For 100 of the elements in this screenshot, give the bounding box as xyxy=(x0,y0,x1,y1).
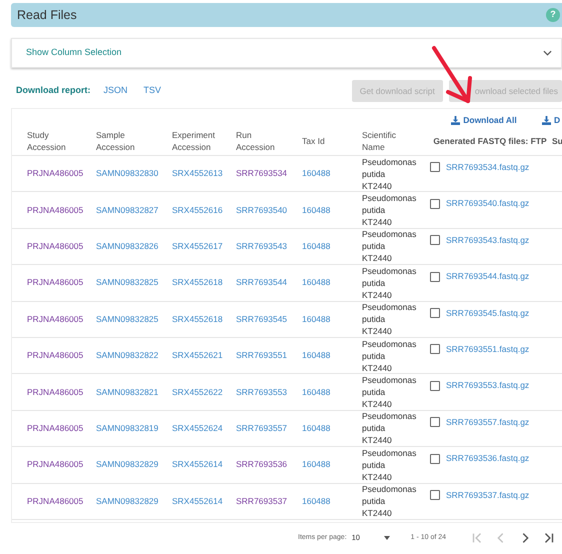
study-link[interactable]: PRJNA486005 xyxy=(27,350,84,360)
sample-link[interactable]: SAMN09832827 xyxy=(96,204,158,215)
fastq-file-link[interactable]: SRR7693553.fastq.gz xyxy=(446,379,530,392)
experiment-link[interactable]: SRX4552618 xyxy=(172,277,223,288)
tax-id-link[interactable]: 160488 xyxy=(302,459,330,470)
checkbox[interactable] xyxy=(430,235,440,246)
report-format-link[interactable]: JSON xyxy=(104,84,128,98)
fastq-file-link[interactable]: SRR7693540.fastq.gz xyxy=(446,197,530,210)
experiment-link[interactable]: SRX4552616 xyxy=(172,204,223,215)
study-link[interactable]: PRJNA486005 xyxy=(27,241,84,252)
scientific-name: Pseudomonas putida KT2440 xyxy=(362,264,414,301)
fastq-file-link[interactable]: SRR7693551.fastq.gz xyxy=(446,342,530,356)
help-icon[interactable]: ? xyxy=(546,8,560,22)
scientific-name: Pseudomonas putida KT2440 xyxy=(362,374,414,410)
study-link[interactable]: PRJNA486005 xyxy=(27,423,84,434)
fastq-file-link[interactable]: SRR7693537.fastq.gz xyxy=(446,488,530,502)
sample-link[interactable]: SAMN09832825 xyxy=(96,277,158,288)
sample-link[interactable]: SAMN09832830 xyxy=(96,168,158,178)
study-link[interactable]: PRJNA486005 xyxy=(27,204,84,215)
study-link[interactable]: PRJNA486005 xyxy=(27,459,84,470)
run-link[interactable]: SRR7693551 xyxy=(236,350,288,360)
download-icon xyxy=(542,116,551,126)
run-link[interactable]: SRR7693553 xyxy=(236,386,288,397)
study-link[interactable]: PRJNA486005 xyxy=(27,168,84,178)
scientific-name: Pseudomonas putida KT2440 xyxy=(362,483,414,520)
sample-link[interactable]: SAMN09832829 xyxy=(96,459,158,470)
run-link[interactable]: SRR7693557 xyxy=(236,423,288,434)
run-link[interactable]: SRR7693536 xyxy=(236,459,288,470)
experiment-link[interactable]: SRX4552613 xyxy=(172,168,223,178)
fastq-file-link[interactable]: SRR7693544.fastq.gz xyxy=(446,270,530,283)
tax-id-link[interactable]: 160488 xyxy=(302,241,330,252)
experiment-link[interactable]: SRX4552618 xyxy=(172,314,223,324)
checkbox[interactable] xyxy=(430,162,440,172)
fastq-file-link[interactable]: SRR7693534.fastq.gz xyxy=(446,161,530,174)
fastq-file-link[interactable]: SRR7693557.fastq.gz xyxy=(446,416,530,428)
column-header[interactable]: Su xyxy=(552,134,562,147)
download-icon xyxy=(451,116,460,126)
fastq-file-link[interactable]: SRR7693543.fastq.gz xyxy=(446,234,530,247)
checkbox[interactable] xyxy=(430,344,440,354)
experiment-link[interactable]: SRX4552624 xyxy=(172,423,223,434)
sample-link[interactable]: SAMN09832826 xyxy=(96,241,158,252)
experiment-link[interactable]: SRX4552614 xyxy=(172,459,223,470)
scientific-name: Pseudomonas putida KT2440 xyxy=(362,228,414,264)
run-link[interactable]: SRR7693543 xyxy=(236,241,288,252)
experiment-link[interactable]: SRX4552621 xyxy=(172,350,223,360)
tax-id-link[interactable]: 160488 xyxy=(302,496,330,506)
scientific-name: Pseudomonas putida KT2440 xyxy=(362,410,414,446)
column-header[interactable]: Sample Accession xyxy=(96,128,146,153)
column-header[interactable]: Study Accession xyxy=(27,128,77,153)
column-header[interactable]: Tax Id xyxy=(302,134,352,147)
run-link[interactable]: SRR7693540 xyxy=(236,204,288,215)
fastq-file-link[interactable]: SRR7693545.fastq.gz xyxy=(446,306,530,320)
sample-link[interactable]: SAMN09832819 xyxy=(96,423,158,434)
tax-id-link[interactable]: 160488 xyxy=(302,204,330,215)
sample-link[interactable]: SAMN09832825 xyxy=(96,314,158,324)
checkbox[interactable] xyxy=(430,417,440,428)
checkbox[interactable] xyxy=(430,198,440,209)
sample-link[interactable]: SAMN09832822 xyxy=(96,350,158,360)
chevron-icon xyxy=(543,50,552,56)
tax-id-link[interactable]: 160488 xyxy=(302,386,330,397)
run-link[interactable]: SRR7693537 xyxy=(236,496,288,506)
study-link[interactable]: PRJNA486005 xyxy=(27,314,84,324)
scientific-name: Pseudomonas putida KT2440 xyxy=(362,301,414,338)
experiment-link[interactable]: SRX4552614 xyxy=(172,496,223,506)
experiment-link[interactable]: SRX4552617 xyxy=(172,241,223,252)
study-link[interactable]: PRJNA486005 xyxy=(27,496,84,506)
column-selection-label: Show Column Selection xyxy=(26,46,122,60)
download-report-label: Download report: xyxy=(16,84,90,98)
checkbox[interactable] xyxy=(430,272,440,282)
checkbox[interactable] xyxy=(430,380,440,391)
tax-id-link[interactable]: 160488 xyxy=(302,314,330,324)
checkbox[interactable] xyxy=(430,308,440,318)
report-format-link[interactable]: TSV xyxy=(144,84,162,98)
experiment-link[interactable]: SRX4552622 xyxy=(172,386,223,397)
sample-link[interactable]: SAMN09832821 xyxy=(96,386,158,397)
fastq-file-link[interactable]: SRR7693536.fastq.gz xyxy=(446,452,530,465)
scientific-name: Pseudomonas putida KT2440 xyxy=(362,446,414,483)
column-header[interactable]: Scientific Name xyxy=(362,128,412,153)
scientific-name: Pseudomonas putida KT2440 xyxy=(362,338,414,374)
scientific-name: Pseudomonas putida KT2440 xyxy=(362,156,414,192)
run-link[interactable]: SRR7693545 xyxy=(236,314,288,324)
column-header[interactable]: Generated FASTQ files: FTP xyxy=(433,134,547,147)
run-link[interactable]: SRR7693534 xyxy=(236,168,288,178)
run-link[interactable]: SRR7693544 xyxy=(236,277,288,288)
tax-id-link[interactable]: 160488 xyxy=(302,168,330,178)
column-header[interactable]: Experiment Accession xyxy=(172,128,222,153)
column-selection-panel[interactable]: Show Column Selection xyxy=(11,38,562,68)
column-header[interactable]: Run Accession xyxy=(236,128,286,153)
study-link[interactable]: PRJNA486005 xyxy=(27,386,84,397)
download-all-link[interactable]: Download All xyxy=(428,114,540,127)
scientific-name: Pseudomonas putida KT2440 xyxy=(362,192,414,228)
download-all-link[interactable]: D xyxy=(540,114,560,127)
tax-id-link[interactable]: 160488 xyxy=(302,277,330,288)
tax-id-link[interactable]: 160488 xyxy=(302,423,330,434)
sample-link[interactable]: SAMN09832829 xyxy=(96,496,158,506)
panel-title: Read Files xyxy=(17,6,77,24)
checkbox[interactable] xyxy=(430,454,440,464)
tax-id-link[interactable]: 160488 xyxy=(302,350,330,360)
checkbox[interactable] xyxy=(430,490,440,500)
study-link[interactable]: PRJNA486005 xyxy=(27,277,84,288)
